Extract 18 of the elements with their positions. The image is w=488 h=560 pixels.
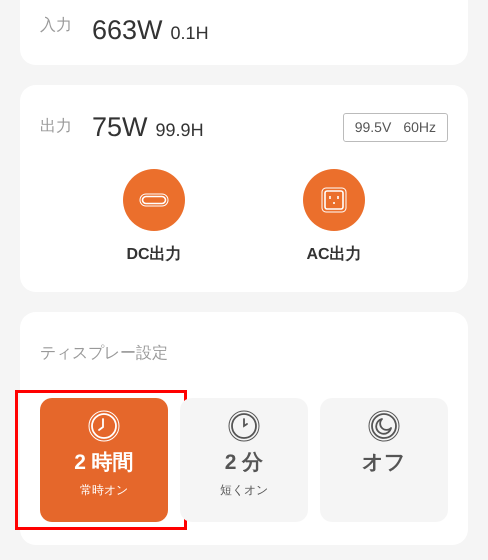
usb-c-port-icon	[139, 192, 169, 206]
clock-icon	[228, 410, 260, 442]
output-power: 75W	[92, 111, 148, 144]
voltage-value: 99.5V	[354, 118, 392, 137]
port-label: AC出力	[306, 244, 362, 264]
clock-icon	[88, 410, 120, 442]
input-label: 入力	[40, 16, 72, 36]
display-option[interactable]: オフ	[320, 398, 448, 522]
display-option[interactable]: 2 分 短くオン	[180, 398, 308, 522]
input-power: 663W	[92, 14, 163, 47]
output-label: 出力	[40, 116, 72, 138]
moon-icon	[368, 410, 400, 442]
output-duration: 99.9H	[156, 119, 204, 142]
power-outlet-icon	[321, 186, 347, 212]
port-label: DC出力	[126, 244, 182, 264]
display-settings-title: ティスプレー設定	[40, 344, 169, 364]
frequency-value: 60Hz	[403, 118, 436, 137]
input-duration: 0.1H	[170, 22, 209, 45]
